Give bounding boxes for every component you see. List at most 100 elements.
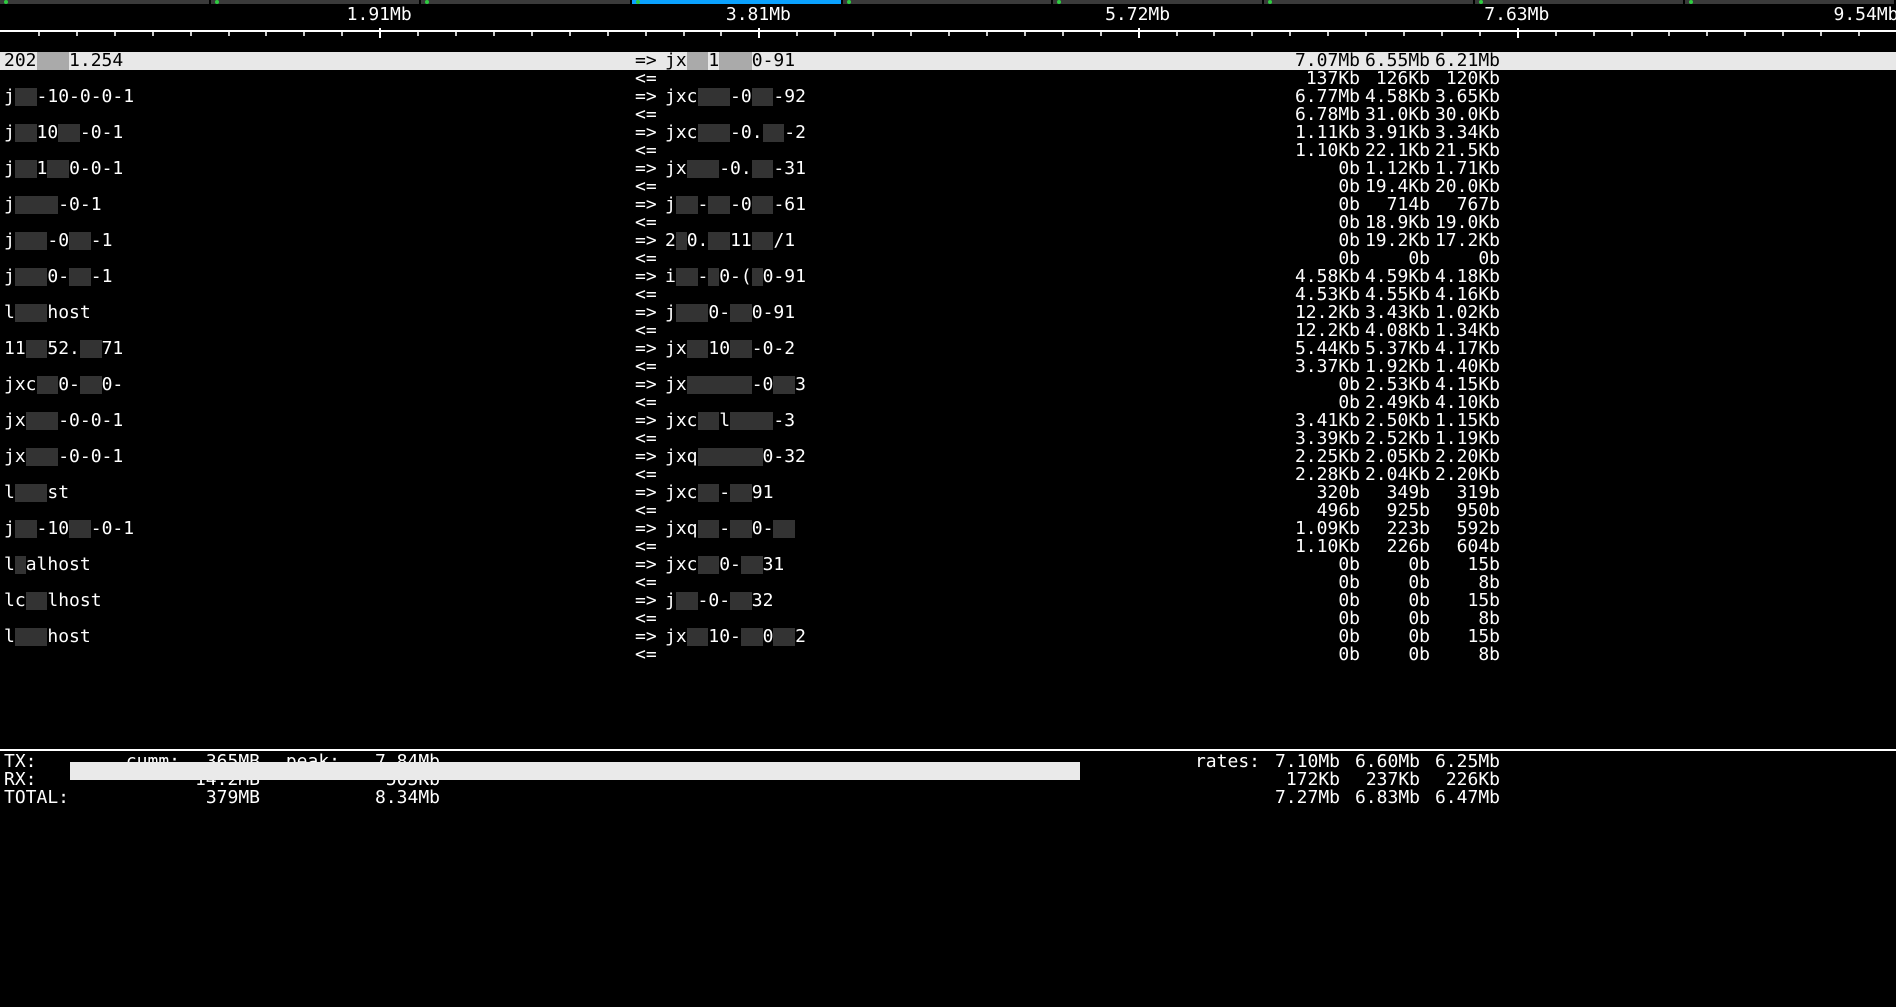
dest-host: jxc000-0031: [665, 556, 1290, 574]
connection-row: j001000-0-1=>jx000-0.00-310b1.12Kb1.71Kb…: [0, 160, 1896, 196]
dest-host: j00-0-0032: [665, 592, 1290, 610]
rate-40s: 120Kb: [1430, 70, 1500, 88]
connection-row: j0000-00-1=>i00-00-(00-914.58Kb4.59Kb4.1…: [0, 268, 1896, 304]
dest-host: jxc000-000-92: [665, 88, 1290, 106]
rate-2s: 0b: [1290, 214, 1360, 232]
rate-10s: 1.12Kb: [1360, 160, 1430, 178]
source-host: l000host: [0, 304, 635, 322]
rate-2s: 4.58Kb: [1290, 268, 1360, 286]
rate-40s: 1.71Kb: [1430, 160, 1500, 178]
rate-2s: 0b: [1290, 592, 1360, 610]
connection-row: j00-10-0-0-1=>jxc000-000-926.77Mb4.58Kb3…: [0, 88, 1896, 124]
dest-host: jx000000-0003: [665, 376, 1290, 394]
rate-40s: 1.02Kb: [1430, 304, 1500, 322]
dest-host: i00-00-(00-91: [665, 268, 1290, 286]
rate-40s: 4.15Kb: [1430, 376, 1500, 394]
rate-2s: 0b: [1290, 394, 1360, 412]
rate-40s: 20.0Kb: [1430, 178, 1500, 196]
divider: [0, 749, 1896, 751]
rate-10s: 349b: [1360, 484, 1430, 502]
total-rate-2: 6.83Mb: [1340, 789, 1420, 807]
rate-40s: 1.40Kb: [1430, 358, 1500, 376]
bandwidth-scale: 1.91Mb3.81Mb5.72Mb7.63Mb9.54Mb: [0, 4, 1896, 52]
rate-10s: 0b: [1360, 556, 1430, 574]
rate-2s: 5.44Kb: [1290, 340, 1360, 358]
rate-2s: 3.37Kb: [1290, 358, 1360, 376]
rate-10s: 2.49Kb: [1360, 394, 1430, 412]
scale-label: 9.54Mb: [1833, 6, 1896, 24]
rate-40s: 604b: [1430, 538, 1500, 556]
dest-host: jx0010-000002: [665, 628, 1290, 646]
source-host: j0000-0-1: [0, 196, 635, 214]
rate-10s: 18.9Kb: [1360, 214, 1430, 232]
rate-40s: 2.20Kb: [1430, 466, 1500, 484]
rate-40s: 21.5Kb: [1430, 142, 1500, 160]
rate-10s: 5.37Kb: [1360, 340, 1430, 358]
rate-40s: 592b: [1430, 520, 1500, 538]
rate-10s: 31.0Kb: [1360, 106, 1430, 124]
rate-40s: 1.19Kb: [1430, 430, 1500, 448]
connection-row: l000host=>jx0010-0000020b0b15b<=0b0b8b: [0, 628, 1896, 664]
rate-10s: 22.1Kb: [1360, 142, 1430, 160]
rate-2s: 0b: [1290, 628, 1360, 646]
rate-40s: 8b: [1430, 646, 1500, 664]
rate-10s: 3.91Kb: [1360, 124, 1430, 142]
source-host: lc00lhost: [0, 592, 635, 610]
summary-tx-row: TX: cumm: 365MB peak: 7.84Mb rates: 7.10…: [0, 753, 1896, 771]
connection-row: j00-1000-0-1=>jxq00-000-001.09Kb223b592b…: [0, 520, 1896, 556]
connection-row: 110052.0071=>jx001000-0-25.44Kb5.37Kb4.1…: [0, 340, 1896, 376]
scale-label: 7.63Mb: [1484, 6, 1549, 24]
rate-10s: 1.92Kb: [1360, 358, 1430, 376]
source-host: j00-1000-0-1: [0, 520, 635, 538]
source-host: 110052.0071: [0, 340, 635, 358]
connection-row: jx000-0-0-1=>jxc00l0000-33.41Kb2.50Kb1.1…: [0, 412, 1896, 448]
rate-40s: 767b: [1430, 196, 1500, 214]
rate-40s: 2.20Kb: [1430, 448, 1500, 466]
summary-total-row: TOTAL: 379MB 8.34Mb 7.27Mb 6.83Mb 6.47Mb: [0, 789, 1896, 807]
connection-row: j0000-0-1=>j00-00-000-610b714b767b<=0b18…: [0, 196, 1896, 232]
rate-2s: 0b: [1290, 160, 1360, 178]
rate-40s: 8b: [1430, 610, 1500, 628]
source-host: l0alhost: [0, 556, 635, 574]
dest-host: j0000-000-91: [665, 304, 1290, 322]
rate-10s: 6.55Mb: [1360, 52, 1430, 70]
connection-row: l0alhost=>jxc000-00310b0b15b<=0b0b8b: [0, 556, 1896, 592]
rate-40s: 8b: [1430, 574, 1500, 592]
rate-10s: 4.59Kb: [1360, 268, 1430, 286]
rate-40s: 3.34Kb: [1430, 124, 1500, 142]
connection-list: 2020001.254=>jx0010000-917.07Mb6.55Mb6.2…: [0, 52, 1896, 664]
rate-10s: 223b: [1360, 520, 1430, 538]
rate-10s: 925b: [1360, 502, 1430, 520]
rate-2s: 3.39Kb: [1290, 430, 1360, 448]
rate-10s: 4.08Kb: [1360, 322, 1430, 340]
rate-10s: 2.52Kb: [1360, 430, 1430, 448]
rate-40s: 3.65Kb: [1430, 88, 1500, 106]
connection-row: jxc000-000-=>jx000000-00030b2.53Kb4.15Kb…: [0, 376, 1896, 412]
rate-2s: 0b: [1290, 574, 1360, 592]
source-host: j000-000-1: [0, 232, 635, 250]
source-host: l000host: [0, 628, 635, 646]
rate-40s: 15b: [1430, 628, 1500, 646]
rate-2s: 1.11Kb: [1290, 124, 1360, 142]
source-host: j00-10-0-0-1: [0, 88, 635, 106]
dest-host: jxc00-0091: [665, 484, 1290, 502]
rate-2s: 2.28Kb: [1290, 466, 1360, 484]
rate-2s: 2.25Kb: [1290, 448, 1360, 466]
rate-10s: 2.53Kb: [1360, 376, 1430, 394]
rate-40s: 1.34Kb: [1430, 322, 1500, 340]
source-host: j001000-0-1: [0, 160, 635, 178]
total-label: TOTAL:: [0, 789, 100, 807]
rate-40s: 19.0Kb: [1430, 214, 1500, 232]
connection-row: lc00lhost=>j00-0-00320b0b15b<=0b0b8b: [0, 592, 1896, 628]
connection-row: l000host=>j0000-000-9112.2Kb3.43Kb1.02Kb…: [0, 304, 1896, 340]
rate-10s: 0b: [1360, 610, 1430, 628]
rate-2s: 496b: [1290, 502, 1360, 520]
dest-host: jx001000-0-2: [665, 340, 1290, 358]
rate-2s: 6.78Mb: [1290, 106, 1360, 124]
summary-footer: TX: cumm: 365MB peak: 7.84Mb rates: 7.10…: [0, 749, 1896, 807]
total-cumm: 379MB: [180, 789, 260, 807]
rate-2s: 1.10Kb: [1290, 142, 1360, 160]
rate-40s: 4.10Kb: [1430, 394, 1500, 412]
rate-40s: 17.2Kb: [1430, 232, 1500, 250]
source-host: j001000-0-1: [0, 124, 635, 142]
